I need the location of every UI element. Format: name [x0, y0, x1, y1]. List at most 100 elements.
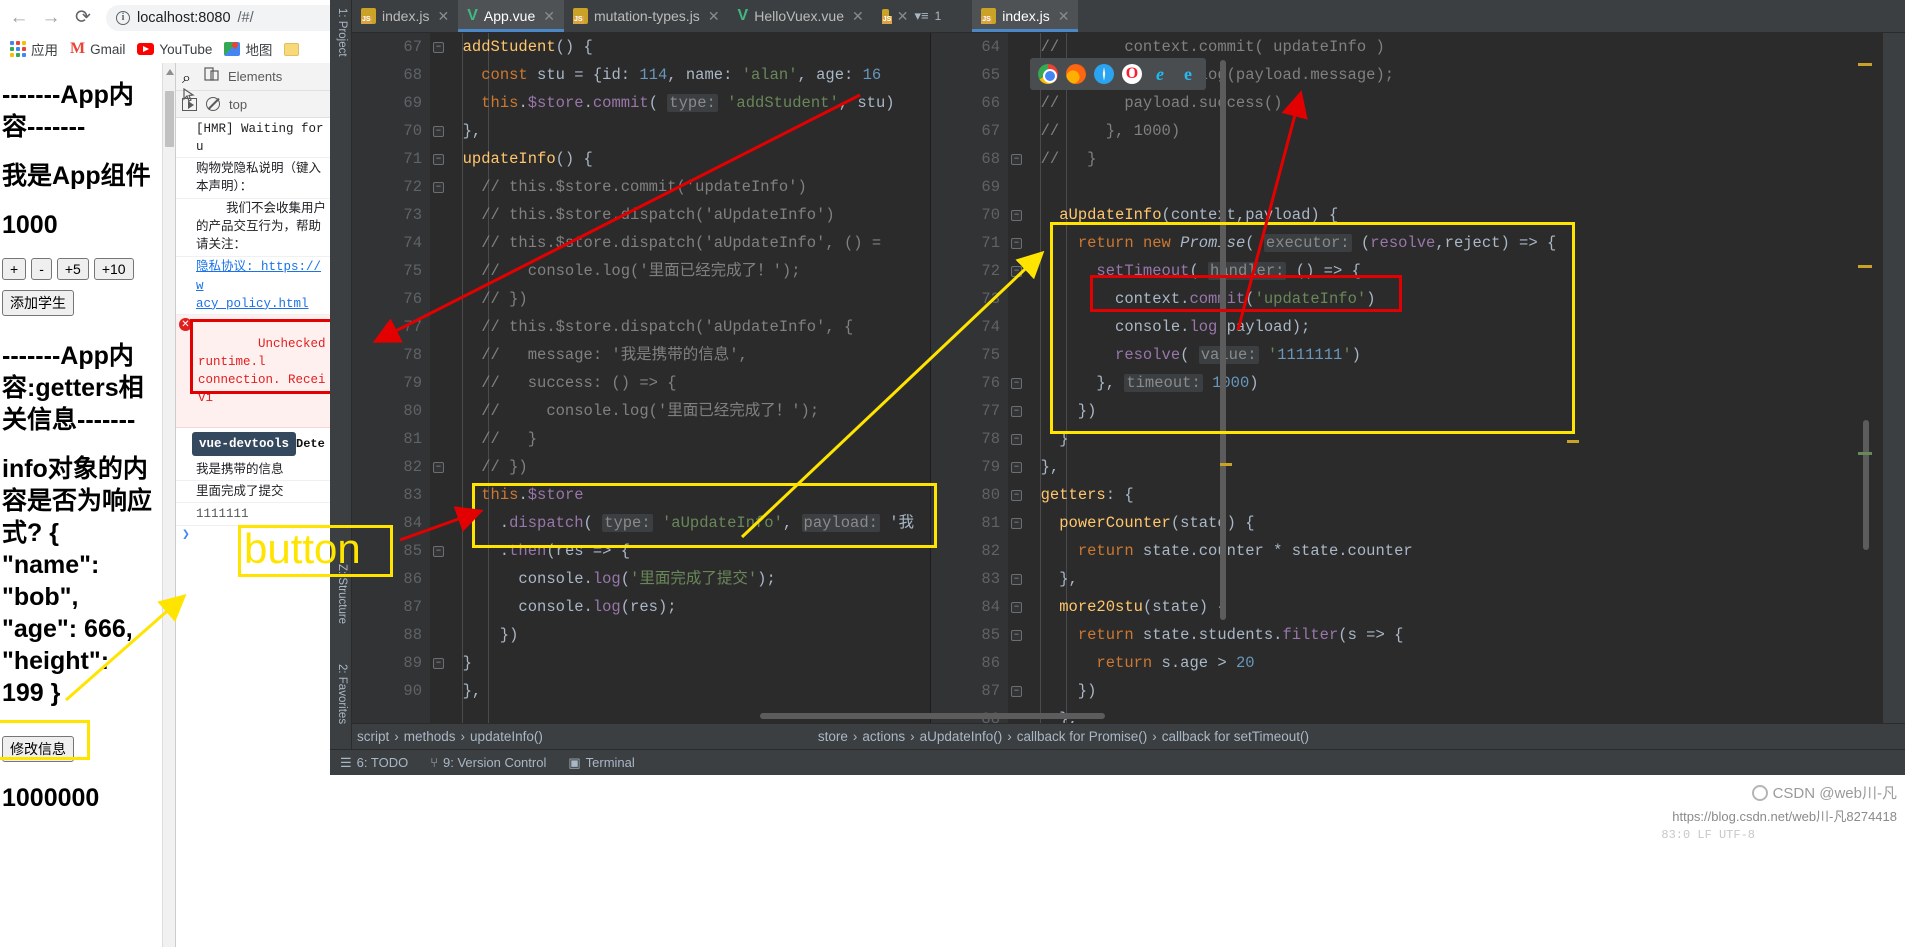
status-version-control[interactable]: ⑂ 9: Version Control — [430, 755, 546, 770]
firefox-icon[interactable] — [1066, 64, 1086, 84]
editor-tab-index-js[interactable]: index.js ✕ — [352, 0, 458, 32]
site-info-icon[interactable]: i — [116, 10, 130, 25]
horizontal-scrollbar-left[interactable] — [760, 713, 1105, 719]
forward-icon[interactable]: → — [40, 7, 62, 29]
code-content-right[interactable]: // context.commit( updateInfo ) // conso… — [1022, 33, 1883, 723]
status-todo[interactable]: ☰ 6: TODO — [340, 755, 408, 771]
tab-label: HelloVuex.vue — [754, 8, 844, 24]
back-icon[interactable]: ← — [8, 7, 30, 29]
vertical-scrollbar-right[interactable] — [1863, 420, 1869, 550]
execution-context-icon[interactable] — [182, 97, 197, 111]
folder-icon — [284, 42, 300, 56]
devtools-console-filterbar: top — [176, 91, 330, 118]
tab-label: index.js — [1002, 8, 1050, 24]
editor-pane-right[interactable]: 64 65 66 67 68 69 70 71 72 73 74 75 76 77 78 79 80 81 82 83… — [930, 33, 1883, 723]
editor-tab-mutation-types-js[interactable]: mutation-types.js ✕ — [564, 0, 729, 32]
status-terminal[interactable]: ▣ Terminal — [568, 755, 634, 771]
safari-icon[interactable] — [1094, 64, 1114, 84]
url-host: localhost:8080 — [137, 9, 231, 26]
console-row-link[interactable]: 隐私协议: https://w acy_policy.html — [176, 257, 330, 316]
scroll-up-icon[interactable] — [166, 69, 174, 75]
bookmark-maps[interactable]: 地图 — [220, 37, 276, 61]
add-five-button[interactable]: +5 — [56, 258, 89, 280]
counter-button-row: + - +5 +10 — [2, 258, 156, 280]
breadcrumb-left-1[interactable]: methods — [399, 729, 461, 744]
tab-list-icon[interactable]: ▾≡ — [914, 8, 928, 24]
clear-console-icon[interactable] — [206, 97, 220, 111]
editor-tab-right-index-js[interactable]: index.js ✕ — [972, 0, 1079, 32]
maps-icon — [224, 42, 241, 56]
opera-icon[interactable]: O — [1122, 64, 1142, 84]
marker-stripe — [1858, 452, 1872, 455]
console-output: [HMR] Waiting for u 购物党隐私说明（键入 本声明）： 我们不… — [176, 118, 330, 544]
editor-tab-overflow[interactable]: ✕ ▾≡ 1 — [873, 0, 951, 32]
gmail-icon: M — [70, 40, 86, 57]
console-prompt[interactable]: ❯ — [176, 526, 330, 545]
app-root: -------App内容------- 我是App组件 1000 + - +5 … — [0, 63, 160, 831]
close-icon[interactable]: ✕ — [1058, 8, 1070, 25]
bookmark-label: 地图 — [245, 43, 273, 58]
console-row: 购物党隐私说明（键入 本声明）： — [176, 158, 330, 199]
chrome-icon[interactable] — [1038, 64, 1058, 84]
close-icon[interactable]: ✕ — [543, 8, 555, 25]
vue-devtools-badge-suffix: Dete — [296, 437, 325, 451]
increment-button[interactable]: + — [2, 258, 27, 280]
marker-stripe — [1858, 265, 1872, 268]
editor-tab-hellovuex-vue[interactable]: V HelloVuex.vue ✕ — [729, 0, 873, 32]
bottom-blank-area — [330, 775, 1905, 947]
tab-label: index.js — [382, 8, 430, 24]
edge-icon[interactable]: e — [1178, 64, 1198, 84]
code-content-left[interactable]: addStudent() { const stu = {id: 114, nam… — [444, 33, 930, 723]
breadcrumb-right-0[interactable]: store — [813, 729, 853, 744]
bookmark-folder[interactable] — [280, 41, 303, 58]
address-bar[interactable]: i localhost:8080 /#/ — [106, 4, 365, 31]
close-icon[interactable]: ✕ — [708, 8, 720, 25]
breadcrumb-right-1[interactable]: actions — [857, 729, 910, 744]
devtools-panel: Elements top [HMR] Waiting for u 购物党隐私说明… — [175, 63, 330, 947]
breadcrumb-left-0[interactable]: script — [352, 729, 394, 744]
editor-tab-app-vue[interactable]: V App.vue ✕ — [458, 0, 564, 32]
tab-overflow-count: 1 — [934, 9, 942, 23]
inspect-element-icon[interactable] — [182, 70, 196, 102]
context-selector[interactable]: top — [229, 97, 247, 112]
add-student-button[interactable]: 添加学生 — [2, 290, 74, 316]
vertical-scrollbar-left[interactable] — [1220, 60, 1226, 620]
modify-info-button[interactable]: 修改信息 — [2, 736, 74, 762]
page-scrollbar[interactable] — [162, 63, 175, 947]
console-row: [HMR] Waiting for u — [176, 118, 330, 159]
close-icon[interactable]: ✕ — [437, 8, 449, 25]
decrement-button[interactable]: - — [31, 258, 52, 280]
tool-window-favorites[interactable]: 2: Favorites — [330, 660, 352, 728]
device-toolbar-icon[interactable] — [204, 67, 220, 86]
reload-icon[interactable]: ⟳ — [72, 7, 94, 29]
console-error-text: Unchecked runtime.l connection. Receivi — [198, 336, 326, 406]
console-row-error: ✕ Unchecked runtime.l connection. Receivi — [176, 315, 330, 428]
js-file-icon — [572, 8, 588, 24]
info-object-text: info对象的内容是否为响应式? { "name": "bob", "age":… — [2, 455, 153, 707]
bookmark-label: YouTube — [159, 41, 213, 57]
ie-icon[interactable]: e — [1150, 64, 1170, 84]
tool-window-structure[interactable]: Z: Structure — [330, 560, 352, 628]
scrollbar-thumb[interactable] — [165, 91, 174, 147]
close-icon[interactable]: ✕ — [897, 8, 909, 25]
editor-split-divider[interactable] — [930, 33, 931, 723]
breadcrumb-right-3[interactable]: callback for Promise() — [1012, 729, 1153, 744]
breadcrumb-right-2[interactable]: aUpdateInfo() — [915, 729, 1008, 744]
status-label: 6: TODO — [356, 755, 409, 770]
editor-pane-left[interactable]: 67 68 69 70 71 72 73 74 75 76 77 78 79 80 81 82 83 84 85 86… — [352, 33, 930, 723]
privacy-policy-link[interactable]: 隐私协议: https://w acy_policy.html — [196, 260, 321, 310]
bookmark-youtube[interactable]: YouTube — [133, 40, 216, 59]
bookmark-gmail[interactable]: M Gmail — [66, 38, 129, 60]
tool-window-project[interactable]: 1: Project — [330, 4, 352, 61]
bookmark-label: Gmail — [90, 41, 126, 57]
browser-preview-popup[interactable]: O e e — [1030, 58, 1206, 90]
add-ten-button[interactable]: +10 — [93, 258, 134, 280]
breadcrumb-left-2[interactable]: updateInfo() — [465, 729, 548, 744]
youtube-icon — [137, 43, 155, 55]
bookmark-apps[interactable]: 应用 — [6, 37, 62, 61]
breadcrumb-right-4[interactable]: callback for setTimeout() — [1157, 729, 1314, 744]
apps-grid-icon — [10, 41, 26, 57]
tab-elements[interactable]: Elements — [228, 69, 282, 84]
app-line-1: 我是App组件 — [2, 162, 151, 190]
close-icon[interactable]: ✕ — [852, 8, 864, 25]
